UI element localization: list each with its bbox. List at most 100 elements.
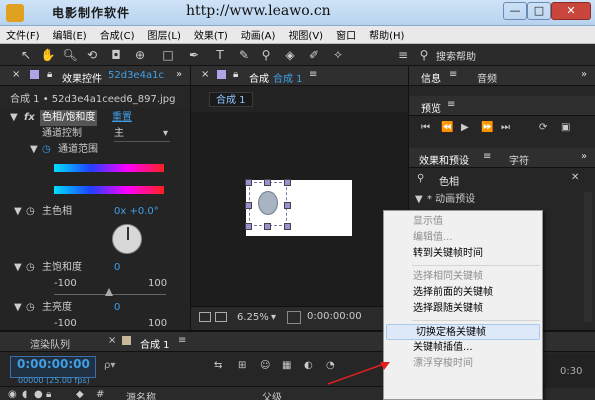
panel-menu-icon[interactable]: ≡ <box>309 69 317 80</box>
menu-help[interactable]: 帮助(H) <box>369 27 404 42</box>
transform-handle[interactable] <box>284 202 291 209</box>
eraser-tool-icon[interactable]: ◈ <box>282 47 298 63</box>
transform-handle[interactable] <box>264 179 271 186</box>
label-icon[interactable]: ◆ <box>76 389 84 400</box>
saturation-slider-thumb[interactable] <box>105 288 113 296</box>
menu-animation[interactable]: 动画(A) <box>241 27 276 42</box>
grid-icon[interactable] <box>287 311 301 324</box>
next-frame-icon[interactable]: ⏩ <box>481 122 493 133</box>
hand-tool-icon[interactable]: ✋ <box>40 47 56 63</box>
close-tab-icon[interactable]: × <box>12 69 20 80</box>
master-saturation-value[interactable]: 0 <box>114 260 120 276</box>
loop-icon[interactable]: ⟳ <box>539 122 547 133</box>
lock-icon[interactable]: 🔒︎ <box>46 389 51 400</box>
pen-tool-icon[interactable]: ✒ <box>186 47 202 63</box>
transform-handle[interactable] <box>284 179 291 186</box>
transform-handle[interactable] <box>284 223 291 230</box>
brush-tool-icon[interactable]: ✎ <box>236 47 252 63</box>
play-icon[interactable]: ▶ <box>461 122 469 133</box>
tab-effect-file[interactable]: 52d3e4a1c <box>108 70 164 81</box>
audio-icon[interactable]: ◖ <box>22 389 27 400</box>
region-of-interest-icon[interactable] <box>215 312 227 322</box>
close-tab-icon[interactable]: × <box>201 69 209 80</box>
menu-item-keyframe-interpolation[interactable]: 关键帧插值... <box>384 340 542 356</box>
roto-brush-tool-icon[interactable]: ✐ <box>306 47 322 63</box>
minimize-button[interactable]: — <box>503 2 527 20</box>
first-frame-icon[interactable]: ⏮ <box>421 122 430 133</box>
motion-blur-icon[interactable]: ◐ <box>304 360 313 371</box>
clear-search-icon[interactable]: ✕ <box>571 172 579 183</box>
column-parent[interactable]: 父级 <box>262 389 282 400</box>
expand-arrow-icon[interactable]: ▼ <box>415 192 423 208</box>
text-tool-icon[interactable]: T <box>212 47 228 63</box>
master-hue-value[interactable]: 0x +0.0° <box>114 204 159 220</box>
reset-link[interactable]: 重置 <box>112 110 132 126</box>
tab-composition-name[interactable]: 合成 1 <box>273 70 303 85</box>
last-frame-icon[interactable]: ⏭ <box>501 122 510 133</box>
menu-window[interactable]: 窗口 <box>336 27 356 42</box>
close-button[interactable]: ✕ <box>551 2 591 20</box>
menu-item-select-following-keyframes[interactable]: 选择跟随关键帧 <box>384 301 542 317</box>
pan-behind-tool-icon[interactable]: ⊕ <box>132 47 148 63</box>
panel-menu-icon[interactable]: ≡ <box>483 151 491 162</box>
panel-overflow-icon[interactable]: » <box>176 69 182 80</box>
stopwatch-icon[interactable]: ◷ <box>26 260 35 276</box>
solo-icon[interactable]: ● <box>34 389 43 400</box>
composition-subtab[interactable]: 合成 1 <box>209 92 253 107</box>
column-source-name[interactable]: 源名称 <box>126 389 156 400</box>
tab-character[interactable]: 字符 <box>509 152 529 167</box>
tab-info[interactable]: 信息 <box>421 70 441 85</box>
menu-item-select-previous-keyframes[interactable]: 选择前面的关键帧 <box>384 285 542 301</box>
search-help-field[interactable]: 搜索帮助 <box>436 48 476 63</box>
hue-dial[interactable] <box>112 224 142 254</box>
expand-arrow-icon[interactable]: ▼ <box>14 204 22 220</box>
transform-handle[interactable] <box>264 223 271 230</box>
stopwatch-icon[interactable]: ◷ <box>26 300 35 316</box>
rotate-tool-icon[interactable]: ⟲ <box>84 47 100 63</box>
previous-frame-icon[interactable]: ⏪ <box>441 122 453 133</box>
stopwatch-icon[interactable]: ◷ <box>42 142 51 158</box>
menu-item-rove-across-time[interactable]: 漂浮穿梭时间 <box>384 356 542 372</box>
timecode[interactable]: 0:00:00:00 <box>307 311 362 322</box>
fx-icon[interactable]: fx <box>24 110 35 126</box>
always-preview-icon[interactable] <box>199 312 211 322</box>
lock-icon[interactable]: 🔒︎ <box>47 69 52 80</box>
transform-handle[interactable] <box>245 202 252 209</box>
timeline-ruler[interactable]: 0:30 <box>546 354 595 388</box>
hide-shy-layers-icon[interactable]: ☺ <box>260 360 270 371</box>
puppet-pin-tool-icon[interactable]: ✧ <box>330 47 346 63</box>
tab-effects-presets[interactable]: 效果和预设 <box>419 152 469 167</box>
stopwatch-icon[interactable]: ◷ <box>26 204 35 220</box>
panel-menu-icon[interactable]: ≡ <box>449 69 457 80</box>
draft-3d-icon[interactable]: ⊞ <box>238 360 246 371</box>
effect-name[interactable]: 色相/饱和度 <box>40 110 98 126</box>
master-lightness-value[interactable]: 0 <box>114 300 120 316</box>
close-tab-icon[interactable]: × <box>108 335 116 346</box>
tab-render-queue[interactable]: 渲染队列 <box>30 336 70 351</box>
clone-stamp-tool-icon[interactable]: ⚲ <box>258 47 274 63</box>
menu-item-edit-value[interactable]: 编辑值... <box>384 230 542 246</box>
tab-audio[interactable]: 音频 <box>477 70 497 85</box>
maximize-button[interactable]: □ <box>527 2 551 20</box>
composition-mini-flowchart-icon[interactable]: ⇆ <box>214 360 222 371</box>
ram-preview-icon[interactable]: ▣ <box>561 122 570 133</box>
layer-bounding-box[interactable] <box>249 182 287 226</box>
menu-item-show-value[interactable]: 显示值 <box>384 214 542 230</box>
menu-item-select-equal-keyframes[interactable]: 选择相同关键帧 <box>384 269 542 285</box>
zoom-level[interactable]: 6.25% <box>237 312 269 323</box>
timecode-box[interactable]: 0:00:00:00 <box>10 356 96 378</box>
menu-edit[interactable]: 编辑(E) <box>53 27 87 42</box>
tab-timeline-comp[interactable]: 合成 1 <box>140 336 170 351</box>
effects-scrollbar[interactable] <box>584 192 592 322</box>
menu-composition[interactable]: 合成(C) <box>100 27 135 42</box>
menu-item-goto-keyframe-time[interactable]: 转到关键帧时间 <box>384 246 542 262</box>
effects-search-input[interactable]: 色相 <box>439 173 459 188</box>
panel-menu-icon[interactable]: ≡ <box>178 335 186 346</box>
timeline-timecode[interactable]: 0:00:00:00 <box>17 357 90 371</box>
tree-item-animation-presets[interactable]: * 动画预设 <box>427 192 475 208</box>
tab-effect-controls[interactable]: 效果控件 <box>62 70 102 85</box>
panel-overflow-icon[interactable]: » <box>581 151 587 162</box>
menu-file[interactable]: 文件(F) <box>6 27 40 42</box>
tab-composition[interactable]: 合成 <box>249 70 269 85</box>
transform-handle[interactable] <box>245 223 252 230</box>
